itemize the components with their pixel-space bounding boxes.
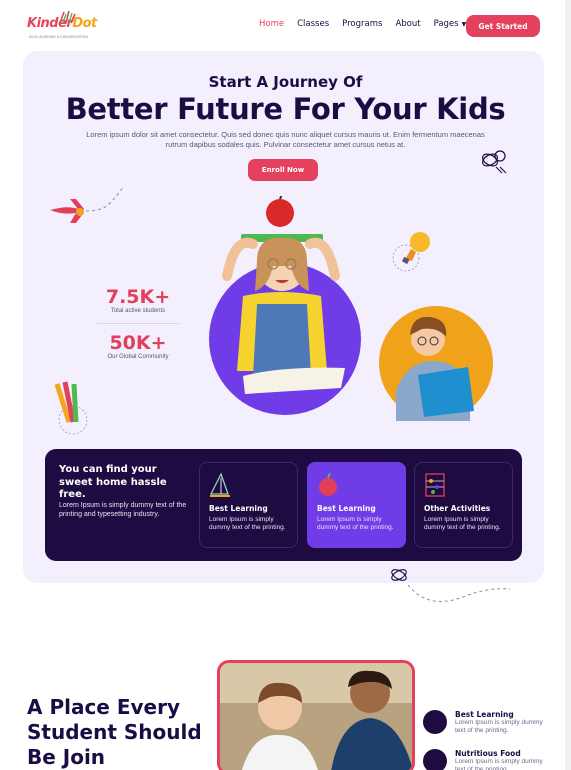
stat-students-label: Total active students <box>110 308 166 314</box>
sun-icon <box>59 10 76 24</box>
card-description: Lorem Ipsum is simply dummy text of the … <box>317 516 394 531</box>
boy-reading-image <box>379 306 493 421</box>
feature-item-nutritious-food: Nutritious Food Lorem Ipsum is simply du… <box>423 749 555 770</box>
card-title: Best Learning <box>209 504 268 513</box>
feature-card-best-learning-active[interactable]: Best Learning Lorem Ipsum is simply dumm… <box>307 462 406 548</box>
enroll-now-button[interactable]: Enroll Now <box>248 159 318 181</box>
feature-card-other-activities[interactable]: Other Activities Lorem Ipsum is simply d… <box>414 462 513 548</box>
logo-tagline: KIDS LEARNING & KINDERGARTEN <box>29 35 89 39</box>
hero-description: Lorem ipsum dolor sit amet consectetur. … <box>86 130 485 149</box>
nav-home[interactable]: Home <box>259 19 284 29</box>
apple-icon <box>319 472 337 496</box>
card-description: Lorem Ipsum is simply dummy text of the … <box>209 516 286 531</box>
stat-community: 50K+ Our Global Community <box>97 332 179 360</box>
feature-description: Lorem Ipsum is simply dummy text of the … <box>455 758 543 770</box>
nav-about[interactable]: About <box>395 19 420 29</box>
nav-classes[interactable]: Classes <box>297 19 329 29</box>
geometry-icon <box>209 472 230 497</box>
card-title: Best Learning <box>317 504 376 513</box>
nav-pages-label: Pages <box>433 19 459 29</box>
stat-divider <box>97 323 179 324</box>
nav-pages[interactable]: Pages ▼ <box>434 19 467 29</box>
hero-subtitle: Start A Journey Of <box>208 73 363 91</box>
card-description: Lorem Ipsum is simply dummy text of the … <box>424 516 501 531</box>
panel-title: You can find your sweet home hassle free… <box>59 464 167 500</box>
feature-title: Nutritious Food <box>455 749 521 758</box>
kids-playing-photo <box>217 660 415 770</box>
airplane-icon <box>50 186 124 223</box>
section-title: A Place Every Student Should Be Join <box>27 695 202 769</box>
abacus-icon <box>425 473 445 497</box>
get-started-button[interactable]: Get Started <box>466 15 540 37</box>
card-title: Other Activities <box>424 504 491 513</box>
stat-community-label: Our Global Community <box>107 354 169 360</box>
stat-community-value: 50K+ <box>109 332 167 354</box>
pencils-icon <box>54 381 88 435</box>
kids-photo <box>220 663 412 770</box>
feature-card-best-learning[interactable]: Best Learning Lorem Ipsum is simply dumm… <box>199 462 298 548</box>
book-icon <box>423 710 447 734</box>
girl-reading-image <box>209 196 361 415</box>
atom-dotted-icon <box>391 569 511 602</box>
hero-title: Better Future For Your Kids <box>65 92 506 126</box>
main-nav: Home Classes Programs About Pages ▼ <box>259 19 466 29</box>
stat-students-value: 7.5K+ <box>105 286 171 308</box>
panel-description: Lorem Ipsum is simply dummy text of the … <box>59 502 187 518</box>
atom-icon <box>482 150 507 174</box>
stat-students: 7.5K+ Total active students <box>97 286 179 314</box>
lightbulb-icon <box>392 232 430 272</box>
feature-title: Best Learning <box>455 710 514 719</box>
nav-programs[interactable]: Programs <box>342 19 382 29</box>
feature-description: Lorem Ipsum is simply dummy text of the … <box>455 719 543 734</box>
feature-item-best-learning: Best Learning Lorem Ipsum is simply dumm… <box>423 710 555 735</box>
food-icon <box>423 749 447 770</box>
logo[interactable]: KinderDot KIDS LEARNING & KINDERGARTEN <box>27 10 97 44</box>
